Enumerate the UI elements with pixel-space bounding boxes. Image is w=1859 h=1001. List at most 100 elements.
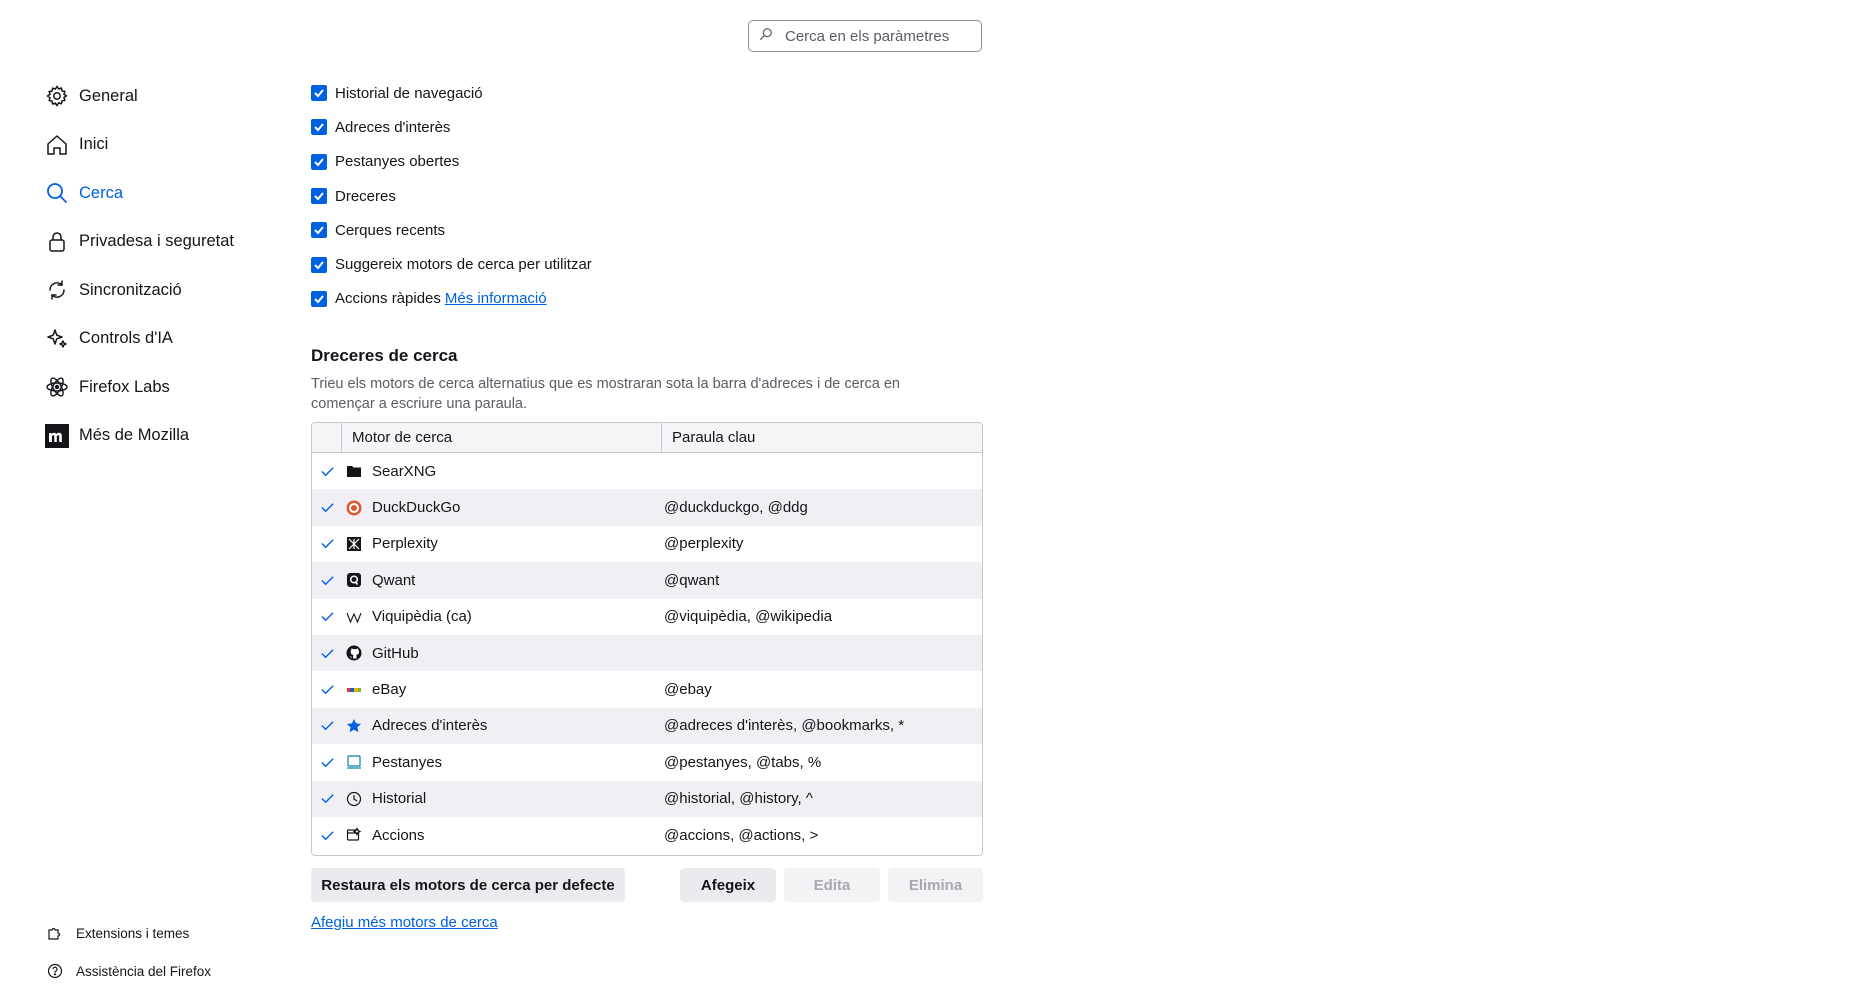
mozilla-logo-icon bbox=[44, 423, 70, 449]
checkbox-row-bookmarks: Adreces d'interès bbox=[311, 110, 592, 144]
checkbox-label: Historial de navegació bbox=[335, 84, 483, 102]
footer-item-label: Assistència del Firefox bbox=[76, 963, 212, 979]
engine-cell: Adreces d'interès bbox=[342, 717, 662, 734]
extensions-themes-link[interactable]: Extensions i temes bbox=[46, 914, 211, 952]
engine-cell: Historial bbox=[342, 790, 662, 807]
shortcuts-checkbox[interactable] bbox=[311, 188, 327, 205]
checkbox-label: Dreceres bbox=[335, 187, 396, 205]
engine-cell: GitHub bbox=[342, 645, 662, 662]
qwant-icon bbox=[346, 572, 362, 588]
searxng-icon bbox=[346, 463, 362, 479]
firefox-support-link[interactable]: Assistència del Firefox bbox=[46, 952, 211, 990]
engine-cell: SearXNG bbox=[342, 463, 662, 480]
open-tabs-checkbox[interactable] bbox=[311, 153, 327, 170]
table-row[interactable]: Adreces d'interès @adreces d'interès, @b… bbox=[312, 707, 982, 745]
sidebar-item-label: Privadesa i seguretat bbox=[79, 232, 235, 251]
table-row[interactable]: Pestanyes @pestanyes, @tabs, % bbox=[312, 744, 982, 780]
sync-icon bbox=[44, 277, 70, 303]
checkbox-label: Adreces d'interès bbox=[335, 118, 451, 136]
row-checkmark[interactable] bbox=[312, 828, 342, 843]
table-row[interactable]: GitHub bbox=[312, 634, 982, 672]
more-info-link[interactable]: Més informació bbox=[445, 290, 547, 307]
sidebar-item-label: Més de Mozilla bbox=[79, 426, 190, 445]
bookmarks-checkbox[interactable] bbox=[311, 119, 327, 136]
sidebar-item-sync[interactable]: Sincronització bbox=[44, 266, 264, 315]
suggest-engines-checkbox[interactable] bbox=[311, 256, 327, 273]
remove-engine-button[interactable]: Elimina bbox=[888, 868, 983, 902]
checkbox-label: Cerques recents bbox=[335, 221, 446, 239]
row-checkmark[interactable] bbox=[312, 682, 342, 697]
history-checkbox[interactable] bbox=[311, 85, 327, 102]
quick-actions-checkbox[interactable] bbox=[311, 290, 327, 307]
keyword-cell: @viquipèdia, @wikipedia bbox=[664, 608, 833, 626]
help-icon bbox=[46, 962, 64, 980]
keyword-cell: @perplexity bbox=[664, 535, 744, 553]
table-row[interactable]: Perplexity @perplexity bbox=[312, 526, 982, 562]
table-row[interactable]: Historial @historial, @history, ^ bbox=[312, 780, 982, 817]
sidebar-item-label: Cerca bbox=[79, 183, 124, 202]
row-checkmark[interactable] bbox=[312, 464, 342, 479]
checkbox-row-recent-searches: Cerques recents bbox=[311, 213, 592, 247]
sidebar-item-firefox-labs[interactable]: Firefox Labs bbox=[44, 363, 264, 412]
engine-cell: DuckDuckGo bbox=[342, 499, 662, 516]
settings-search-box[interactable] bbox=[748, 20, 982, 52]
table-header: Motor de cerca Paraula clau bbox=[312, 423, 982, 453]
sidebar-item-more-mozilla[interactable]: Més de Mozilla bbox=[44, 412, 264, 461]
checkbox-label: Pestanyes obertes bbox=[335, 153, 460, 171]
lock-icon bbox=[44, 229, 70, 255]
perplexity-icon bbox=[346, 536, 362, 552]
sidebar-item-label: Firefox Labs bbox=[79, 377, 170, 396]
table-row[interactable]: DuckDuckGo @duckduckgo, @ddg bbox=[312, 489, 982, 526]
sidebar-item-label: Inici bbox=[79, 135, 109, 154]
sidebar-item-search[interactable]: Cerca bbox=[44, 169, 264, 218]
sidebar-item-ai-controls[interactable]: Controls d'IA bbox=[44, 315, 264, 364]
recent-searches-checkbox[interactable] bbox=[311, 222, 327, 239]
checkbox-row-open-tabs: Pestanyes obertes bbox=[311, 145, 592, 179]
engine-name: Qwant bbox=[372, 571, 416, 589]
sidebar: General Inici Cerca Privadesa i segureta… bbox=[44, 72, 264, 460]
row-checkmark[interactable] bbox=[312, 755, 342, 770]
engine-name: SearXNG bbox=[372, 462, 437, 480]
engine-name: Pestanyes bbox=[372, 753, 443, 771]
section-title: Dreceres de cerca bbox=[311, 346, 458, 365]
column-header-engine[interactable]: Motor de cerca bbox=[342, 423, 662, 452]
home-icon bbox=[44, 132, 70, 158]
edit-engine-button[interactable]: Edita bbox=[784, 868, 880, 902]
sidebar-item-home[interactable]: Inici bbox=[44, 121, 264, 170]
github-icon bbox=[346, 645, 362, 661]
row-checkmark[interactable] bbox=[312, 500, 342, 515]
sidebar-item-general[interactable]: General bbox=[44, 72, 264, 121]
row-checkmark[interactable] bbox=[312, 609, 342, 624]
row-checkmark[interactable] bbox=[312, 536, 342, 551]
ebay-icon bbox=[346, 682, 362, 698]
column-header-keyword[interactable]: Paraula clau bbox=[662, 429, 982, 446]
keyword-cell: @ebay bbox=[664, 681, 712, 699]
row-checkmark[interactable] bbox=[312, 646, 342, 661]
table-row[interactable]: Qwant @qwant bbox=[312, 562, 982, 599]
table-row[interactable]: SearXNG bbox=[312, 453, 982, 489]
add-more-engines-link[interactable]: Afegiu més motors de cerca bbox=[311, 914, 498, 931]
footer-item-label: Extensions i temes bbox=[76, 925, 190, 941]
keyword-cell: @duckduckgo, @ddg bbox=[664, 499, 808, 517]
sidebar-item-label: Sincronització bbox=[79, 280, 182, 299]
keyword-cell: @pestanyes, @tabs, % bbox=[664, 753, 822, 771]
search-input[interactable] bbox=[783, 26, 973, 46]
table-row[interactable]: eBay @ebay bbox=[312, 671, 982, 707]
table-row[interactable]: Accions @accions, @actions, > bbox=[312, 817, 982, 853]
engine-name: eBay bbox=[372, 681, 407, 699]
sparkle-icon bbox=[44, 326, 70, 352]
row-checkmark[interactable] bbox=[312, 573, 342, 588]
sidebar-item-privacy[interactable]: Privadesa i seguretat bbox=[44, 218, 264, 267]
add-engine-button[interactable]: Afegeix bbox=[680, 868, 776, 902]
puzzle-icon bbox=[46, 924, 64, 942]
engine-cell: eBay bbox=[342, 681, 662, 698]
restore-defaults-button[interactable]: Restaura els motors de cerca per defecte bbox=[311, 868, 625, 902]
table-row[interactable]: Viquipèdia (ca) @viquipèdia, @wikipedia bbox=[312, 599, 982, 635]
row-checkmark[interactable] bbox=[312, 791, 342, 806]
search-shortcuts-table: Motor de cerca Paraula clau SearXNG Duck… bbox=[311, 422, 983, 856]
engine-name: GitHub bbox=[372, 644, 419, 662]
star-icon bbox=[346, 718, 362, 734]
checkbox-label: Suggereix motors de cerca per utilitzar bbox=[335, 256, 592, 274]
checkbox-row-history: Historial de navegació bbox=[311, 76, 592, 110]
row-checkmark[interactable] bbox=[312, 718, 342, 733]
